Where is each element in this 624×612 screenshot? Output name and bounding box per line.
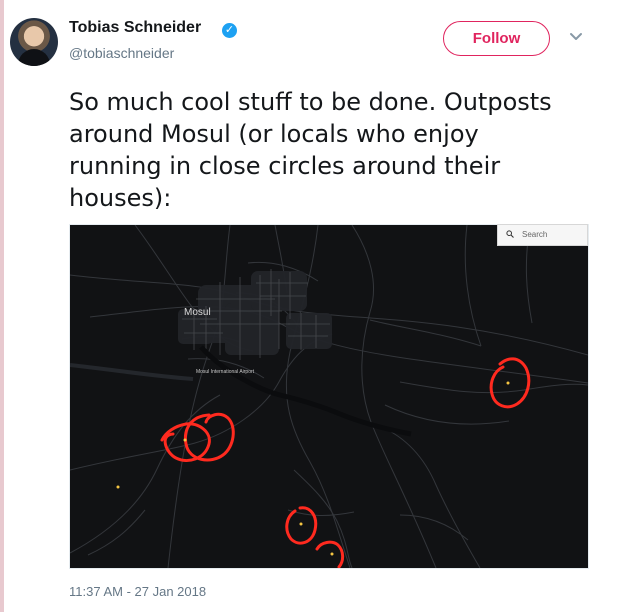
avatar-shirt bbox=[18, 49, 50, 66]
tweet-text: So much cool stuff to be done. Outposts … bbox=[69, 86, 589, 214]
tweet-line: So much cool stuff to be done. Outposts bbox=[69, 88, 552, 116]
tweet-media-map[interactable] bbox=[69, 224, 589, 569]
author-handle[interactable]: @tobiaschneider bbox=[69, 45, 174, 61]
mosul-map-label: Mosul bbox=[184, 307, 211, 318]
search-placeholder: Search bbox=[522, 230, 548, 239]
chevron-down-icon[interactable] bbox=[569, 30, 583, 44]
verified-badge-icon: ✓ bbox=[222, 23, 237, 38]
avatar[interactable] bbox=[10, 18, 58, 66]
tweet-line: houses): bbox=[69, 184, 172, 212]
map-search-input[interactable]: Search bbox=[497, 224, 588, 246]
airport-map-label: Mosul International Airport bbox=[195, 369, 255, 375]
tweet-line: running in close circles around their bbox=[69, 152, 501, 180]
left-accent-rule bbox=[0, 0, 4, 612]
search-icon bbox=[506, 230, 514, 238]
tweet-line: around Mosul (or locals who enjoy bbox=[69, 120, 479, 148]
follow-button[interactable]: Follow bbox=[443, 21, 550, 56]
tweet-timestamp[interactable]: 11:37 AM - 27 Jan 2018 bbox=[69, 584, 206, 599]
dark-map-svg bbox=[70, 225, 588, 568]
author-name[interactable]: Tobias Schneider bbox=[69, 19, 201, 37]
